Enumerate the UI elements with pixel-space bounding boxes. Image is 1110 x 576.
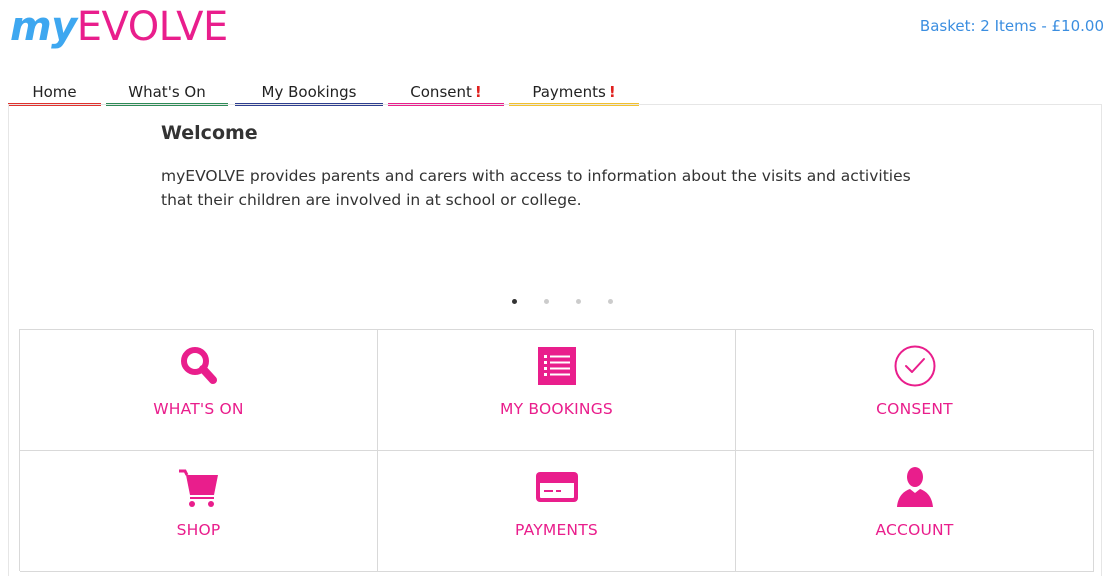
tab-whats-on[interactable]: What's On <box>106 82 228 106</box>
tile-label: SHOP <box>176 521 221 539</box>
tile-label: MY BOOKINGS <box>500 400 613 418</box>
tile-label: PAYMENTS <box>515 521 598 539</box>
tile-label: CONSENT <box>876 400 953 418</box>
page: myEVOLVE Basket: 2 Items - £10.00 Home W… <box>0 0 1110 576</box>
tile-label: ACCOUNT <box>875 521 954 539</box>
tab-home[interactable]: Home <box>8 82 101 106</box>
tile-account[interactable]: ACCOUNT <box>736 451 1094 572</box>
tab-label: My Bookings <box>261 83 357 101</box>
tab-label: Payments <box>532 83 606 101</box>
carousel-dot-2[interactable] <box>544 299 549 304</box>
logo[interactable]: myEVOLVE <box>10 4 228 50</box>
carousel-dot-1[interactable] <box>512 299 517 304</box>
tile-consent[interactable]: CONSENT <box>736 330 1094 451</box>
main-nav: Home What's On My Bookings Consent! Paym… <box>8 82 639 106</box>
tab-my-bookings[interactable]: My Bookings <box>235 82 383 106</box>
list-icon <box>535 344 579 388</box>
carousel-dot-4[interactable] <box>608 299 613 304</box>
consent-alert: ! <box>474 83 482 101</box>
tab-label: What's On <box>128 83 206 101</box>
tile-whats-on[interactable]: WHAT'S ON <box>20 330 378 451</box>
carousel-dot-3[interactable] <box>576 299 581 304</box>
payments-alert: ! <box>608 83 616 101</box>
tab-payments[interactable]: Payments! <box>509 82 639 106</box>
carousel-indicators <box>512 299 613 304</box>
check-circle-icon <box>893 344 937 388</box>
tile-shop[interactable]: SHOP <box>20 451 378 572</box>
welcome-title: Welcome <box>161 122 258 144</box>
cart-icon <box>177 465 221 509</box>
tile-label: WHAT'S ON <box>153 400 244 418</box>
tile-payments[interactable]: PAYMENTS <box>378 451 736 572</box>
tab-label: Home <box>32 83 77 101</box>
user-icon <box>893 465 937 509</box>
welcome-text: myEVOLVE provides parents and carers wit… <box>161 167 911 209</box>
basket-link[interactable]: Basket: 2 Items - £10.00 <box>920 17 1104 35</box>
search-icon <box>177 344 221 388</box>
credit-card-icon <box>535 465 579 509</box>
logo-evolve: EVOLVE <box>76 4 228 50</box>
tab-label: Consent <box>410 83 472 101</box>
tile-my-bookings[interactable]: MY BOOKINGS <box>378 330 736 451</box>
quick-links-grid: WHAT'S ON MY BOOKINGS CONSENT SHOP PAYME… <box>19 329 1094 572</box>
logo-my: my <box>10 4 77 50</box>
tab-consent[interactable]: Consent! <box>388 82 504 106</box>
